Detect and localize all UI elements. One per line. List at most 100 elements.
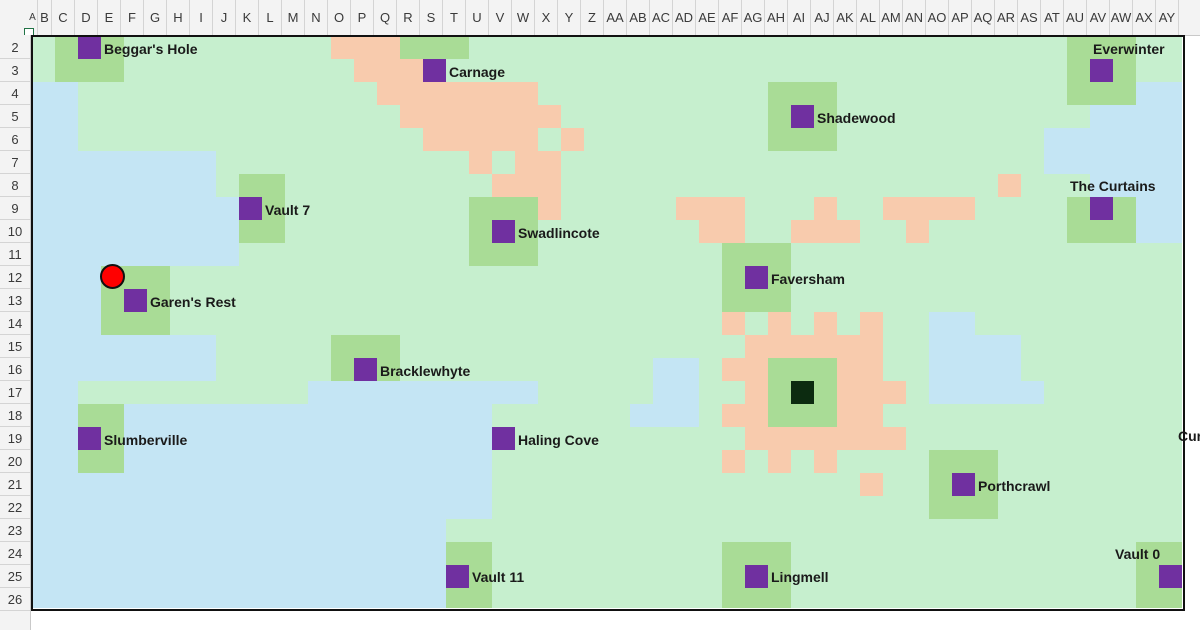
town-marker-vault-7[interactable] — [239, 197, 262, 220]
column-header-w[interactable]: W — [512, 0, 535, 35]
column-header-g[interactable]: G — [144, 0, 167, 35]
row-header-21[interactable]: 21 — [0, 473, 30, 496]
column-header-d[interactable]: D — [75, 0, 98, 35]
column-header-j[interactable]: J — [213, 0, 236, 35]
town-marker-everwinter[interactable] — [1090, 59, 1113, 82]
column-header-o[interactable]: O — [328, 0, 351, 35]
column-header-ai[interactable]: AI — [788, 0, 811, 35]
town-marker-swadlincote[interactable] — [492, 220, 515, 243]
column-header-i[interactable]: I — [190, 0, 213, 35]
row-header-10[interactable]: 10 — [0, 220, 30, 243]
row-header-25[interactable]: 25 — [0, 565, 30, 588]
town-marker-vault-11[interactable] — [446, 565, 469, 588]
town-marker-vault-0[interactable] — [1159, 565, 1182, 588]
town-marker-carnage[interactable] — [423, 59, 446, 82]
column-header-b[interactable]: B — [38, 0, 52, 35]
wasteland — [699, 220, 745, 243]
column-header-c[interactable]: C — [52, 0, 75, 35]
column-header-f[interactable]: F — [121, 0, 144, 35]
column-header-z[interactable]: Z — [581, 0, 604, 35]
column-header-h[interactable]: H — [167, 0, 190, 35]
column-header-ak[interactable]: AK — [834, 0, 857, 35]
row-header-2[interactable]: 2 — [0, 36, 30, 59]
column-header-ax[interactable]: AX — [1133, 0, 1156, 35]
row-header-4[interactable]: 4 — [0, 82, 30, 105]
town-label: Slumberville — [104, 432, 188, 448]
row-header-16[interactable]: 16 — [0, 358, 30, 381]
column-header-ac[interactable]: AC — [650, 0, 673, 35]
column-header-at[interactable]: AT — [1041, 0, 1064, 35]
row-header-5[interactable]: 5 — [0, 105, 30, 128]
column-header-af[interactable]: AF — [719, 0, 742, 35]
column-header-an[interactable]: AN — [903, 0, 926, 35]
column-header-ah[interactable]: AH — [765, 0, 788, 35]
town-marker-the-curtains[interactable] — [1090, 197, 1113, 220]
column-header-t[interactable]: T — [443, 0, 466, 35]
column-header-m[interactable]: M — [282, 0, 305, 35]
town-marker-slumberville[interactable] — [78, 427, 101, 450]
column-header-r[interactable]: R — [397, 0, 420, 35]
column-header-aj[interactable]: AJ — [811, 0, 834, 35]
row-header-9[interactable]: 9 — [0, 197, 30, 220]
town-marker-bracklewhyte[interactable] — [354, 358, 377, 381]
town-marker-shadewood[interactable] — [791, 105, 814, 128]
town-marker-lingmell[interactable] — [745, 565, 768, 588]
column-header-am[interactable]: AM — [880, 0, 903, 35]
town-marker-haling-cove[interactable] — [492, 427, 515, 450]
column-header-ap[interactable]: AP — [949, 0, 972, 35]
row-header-14[interactable]: 14 — [0, 312, 30, 335]
row-header-13[interactable]: 13 — [0, 289, 30, 312]
column-header-p[interactable]: P — [351, 0, 374, 35]
town-label: Swadlincote — [518, 225, 600, 241]
column-header-al[interactable]: AL — [857, 0, 880, 35]
column-header-av[interactable]: AV — [1087, 0, 1110, 35]
town-marker-beggars-hole[interactable] — [78, 36, 101, 59]
column-header-aw[interactable]: AW — [1110, 0, 1133, 35]
column-header-aa[interactable]: AA — [604, 0, 627, 35]
column-header-ab[interactable]: AB — [627, 0, 650, 35]
column-header-ad[interactable]: AD — [673, 0, 696, 35]
row-header-23[interactable]: 23 — [0, 519, 30, 542]
row-header-22[interactable]: 22 — [0, 496, 30, 519]
column-header-au[interactable]: AU — [1064, 0, 1087, 35]
column-header-e[interactable]: E — [98, 0, 121, 35]
column-header-q[interactable]: Q — [374, 0, 397, 35]
column-header-ao[interactable]: AO — [926, 0, 949, 35]
column-header-ay[interactable]: AY — [1156, 0, 1179, 35]
column-header-n[interactable]: N — [305, 0, 328, 35]
row-header-20[interactable]: 20 — [0, 450, 30, 473]
water-west-sea — [32, 197, 239, 266]
row-header-18[interactable]: 18 — [0, 404, 30, 427]
column-header-u[interactable]: U — [466, 0, 489, 35]
row-header-12[interactable]: 12 — [0, 266, 30, 289]
row-header-7[interactable]: 7 — [0, 151, 30, 174]
player-marker[interactable] — [100, 264, 125, 289]
column-header-s[interactable]: S — [420, 0, 443, 35]
row-header-19[interactable]: 19 — [0, 427, 30, 450]
row-header-8[interactable]: 8 — [0, 174, 30, 197]
row-header-3[interactable]: 3 — [0, 59, 30, 82]
water-northeast — [1044, 128, 1113, 174]
row-header-6[interactable]: 6 — [0, 128, 30, 151]
column-header-ar[interactable]: AR — [995, 0, 1018, 35]
row-header-15[interactable]: 15 — [0, 335, 30, 358]
column-header-k[interactable]: K — [236, 0, 259, 35]
town-marker-garens-rest[interactable] — [124, 289, 147, 312]
town-marker-faversham[interactable] — [745, 266, 768, 289]
world-map[interactable]: Beggar's Hole Carnage Everwinter Shadewo… — [32, 36, 1182, 608]
column-header-aq[interactable]: AQ — [972, 0, 995, 35]
row-header-17[interactable]: 17 — [0, 381, 30, 404]
column-header-x[interactable]: X — [535, 0, 558, 35]
home-base-marker[interactable] — [791, 381, 814, 404]
column-header-y[interactable]: Y — [558, 0, 581, 35]
column-header-as[interactable]: AS — [1018, 0, 1041, 35]
row-header-26[interactable]: 26 — [0, 588, 30, 611]
wasteland — [906, 220, 929, 243]
column-header-ag[interactable]: AG — [742, 0, 765, 35]
column-header-v[interactable]: V — [489, 0, 512, 35]
row-header-11[interactable]: 11 — [0, 243, 30, 266]
row-header-24[interactable]: 24 — [0, 542, 30, 565]
column-header-ae[interactable]: AE — [696, 0, 719, 35]
town-marker-porthcrawl[interactable] — [952, 473, 975, 496]
column-header-l[interactable]: L — [259, 0, 282, 35]
